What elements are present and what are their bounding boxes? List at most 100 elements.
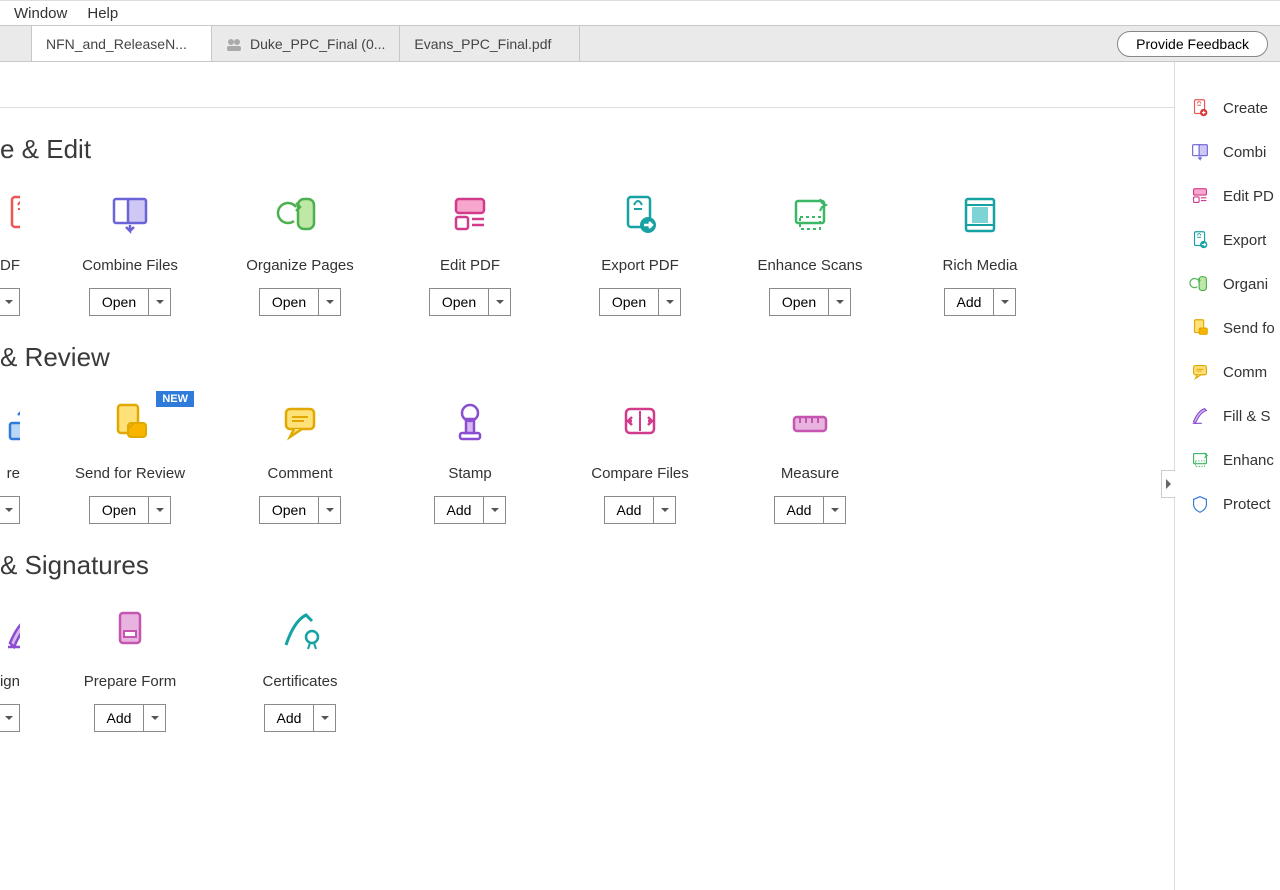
combine-files-icon bbox=[106, 191, 154, 239]
compare-icon bbox=[616, 399, 664, 447]
dropdown-caret[interactable] bbox=[148, 289, 170, 315]
rpanel-label: Organi bbox=[1223, 276, 1268, 293]
rpanel-item-organize-pages[interactable]: Organi bbox=[1189, 262, 1280, 306]
tool-card-edit-pdf[interactable]: Edit PDFOpen bbox=[410, 191, 530, 316]
tool-card-compare[interactable]: Compare Files Add bbox=[580, 399, 700, 524]
tool-card-fill-sign[interactable]: Sign bbox=[0, 607, 20, 732]
rpanel-item-edit-pdf[interactable]: Edit PD bbox=[1189, 174, 1280, 218]
tab-3[interactable]: Evans_PPC_Final.pdf bbox=[400, 26, 580, 61]
menu-help[interactable]: Help bbox=[77, 3, 128, 24]
tool-card-measure[interactable]: MeasureAdd bbox=[750, 399, 870, 524]
tab-home[interactable] bbox=[0, 26, 32, 61]
tool-label: Comment bbox=[267, 465, 332, 482]
add-button[interactable]: Add bbox=[775, 497, 824, 523]
rpanel-item-comment[interactable]: Comm bbox=[1189, 350, 1280, 394]
organize-pages-icon bbox=[1189, 273, 1211, 295]
add-button[interactable]: Add bbox=[435, 497, 484, 523]
add-button[interactable]: Add bbox=[265, 705, 314, 731]
dropdown-caret[interactable] bbox=[148, 497, 170, 523]
tool-card-prepare-form[interactable]: Prepare Form Add bbox=[70, 607, 190, 732]
add-button[interactable]: Add bbox=[95, 705, 144, 731]
tab-bar: NFN_and_ReleaseN... Duke_PPC_Final (0...… bbox=[0, 26, 1280, 62]
shared-icon bbox=[226, 36, 242, 52]
dropdown-caret[interactable] bbox=[653, 497, 675, 523]
rpanel-item-export-pdf[interactable]: Export bbox=[1189, 218, 1280, 262]
dropdown-caret[interactable] bbox=[823, 497, 845, 523]
stamp-icon bbox=[446, 399, 494, 447]
dropdown-caret[interactable] bbox=[658, 289, 680, 315]
edit-pdf-icon bbox=[446, 191, 494, 239]
dropdown-caret[interactable] bbox=[828, 289, 850, 315]
open-button[interactable]: Open bbox=[600, 289, 658, 315]
rpanel-label: Protect bbox=[1223, 496, 1271, 513]
open-button[interactable]: Open bbox=[770, 289, 828, 315]
collapse-panel-button[interactable] bbox=[1161, 470, 1175, 498]
open-button[interactable]: Open bbox=[90, 497, 148, 523]
tool-card-combine-files[interactable]: Combine Files Open bbox=[70, 191, 190, 316]
section-title: & Signatures bbox=[0, 550, 1174, 581]
fill-sign-icon bbox=[0, 607, 20, 655]
right-panel: Create Combi Edit PD Export Organi Send fo Co… bbox=[1174, 62, 1280, 890]
tool-label: Sign bbox=[0, 673, 20, 690]
provide-feedback-button[interactable]: Provide Feedback bbox=[1117, 31, 1268, 57]
rpanel-label: Comm bbox=[1223, 364, 1267, 381]
add-button[interactable]: Add bbox=[945, 289, 994, 315]
tool-card-share[interactable]: re bbox=[0, 399, 20, 524]
tool-label: Stamp bbox=[448, 465, 491, 482]
send-review-icon bbox=[106, 399, 154, 447]
rpanel-item-create-pdf[interactable]: Create bbox=[1189, 86, 1280, 130]
tools-panel: e & Edite PDFCombine FilesOpenOrganize P… bbox=[0, 108, 1174, 890]
dropdown-caret[interactable] bbox=[143, 705, 165, 731]
tool-card-create-pdf[interactable]: e PDF bbox=[0, 191, 20, 316]
rpanel-item-protect[interactable]: Protect bbox=[1189, 482, 1280, 526]
tool-card-rich-media[interactable]: Rich Media Add bbox=[920, 191, 1040, 316]
open-button[interactable]: Open bbox=[430, 289, 488, 315]
tool-label: Combine Files bbox=[82, 257, 178, 274]
tool-card-comment[interactable]: Comment Open bbox=[240, 399, 360, 524]
tool-card-stamp[interactable]: Stamp Add bbox=[410, 399, 530, 524]
rpanel-item-combine-files[interactable]: Combi bbox=[1189, 130, 1280, 174]
create-pdf-icon bbox=[0, 191, 20, 239]
add-button[interactable]: Add bbox=[605, 497, 654, 523]
dropdown-caret[interactable] bbox=[993, 289, 1015, 315]
tool-label: Compare Files bbox=[591, 465, 689, 482]
rpanel-label: Combi bbox=[1223, 144, 1266, 161]
dropdown-caret[interactable] bbox=[488, 289, 510, 315]
section-title: e & Edit bbox=[0, 134, 1174, 165]
tool-card-send-review[interactable]: NEWSend for ReviewOpen bbox=[70, 399, 190, 524]
rpanel-item-fill-sign[interactable]: Fill & S bbox=[1189, 394, 1280, 438]
dropdown-caret[interactable] bbox=[0, 705, 19, 731]
tool-card-export-pdf[interactable]: Export PDFOpen bbox=[580, 191, 700, 316]
tab-label: Duke_PPC_Final (0... bbox=[250, 36, 385, 52]
rpanel-item-enhance-scans[interactable]: Enhanc bbox=[1189, 438, 1280, 482]
export-pdf-icon bbox=[616, 191, 664, 239]
combine-files-icon bbox=[1189, 141, 1211, 163]
tab-1[interactable]: NFN_and_ReleaseN... bbox=[32, 26, 212, 61]
tool-label: re bbox=[7, 465, 20, 482]
rpanel-label: Enhanc bbox=[1223, 452, 1274, 469]
rpanel-label: Export bbox=[1223, 232, 1266, 249]
open-button[interactable]: Open bbox=[260, 497, 318, 523]
tool-label: Organize Pages bbox=[246, 257, 354, 274]
dropdown-caret[interactable] bbox=[318, 497, 340, 523]
tool-label: Prepare Form bbox=[84, 673, 177, 690]
tool-card-organize-pages[interactable]: Organize Pages Open bbox=[240, 191, 360, 316]
open-button[interactable]: Open bbox=[260, 289, 318, 315]
rpanel-label: Edit PD bbox=[1223, 188, 1274, 205]
menubar: Window Help bbox=[0, 0, 1280, 26]
dropdown-caret[interactable] bbox=[313, 705, 335, 731]
rpanel-item-send-review[interactable]: Send fo bbox=[1189, 306, 1280, 350]
tool-card-certificates[interactable]: CertificatesAdd bbox=[240, 607, 360, 732]
section-title: & Review bbox=[0, 342, 1174, 373]
send-review-icon bbox=[1189, 317, 1211, 339]
tool-label: Rich Media bbox=[942, 257, 1017, 274]
tool-card-enhance-scans[interactable]: Enhance ScansOpen bbox=[750, 191, 870, 316]
dropdown-caret[interactable] bbox=[0, 289, 19, 315]
dropdown-caret[interactable] bbox=[483, 497, 505, 523]
dropdown-caret[interactable] bbox=[0, 497, 19, 523]
dropdown-caret[interactable] bbox=[318, 289, 340, 315]
menu-window[interactable]: Window bbox=[4, 3, 77, 24]
prepare-form-icon bbox=[106, 607, 154, 655]
open-button[interactable]: Open bbox=[90, 289, 148, 315]
tab-2[interactable]: Duke_PPC_Final (0... bbox=[212, 26, 400, 61]
